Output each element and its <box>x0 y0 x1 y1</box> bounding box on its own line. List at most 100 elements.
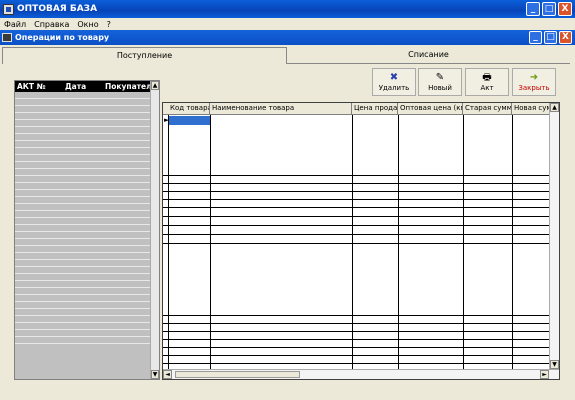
grid-row-line <box>163 339 549 340</box>
child-close-button[interactable]: X <box>559 31 572 44</box>
app-icon <box>3 3 14 15</box>
grid-row-line <box>163 183 549 184</box>
column-header-new-sum[interactable]: Новая сумм <box>512 103 550 115</box>
tab-receipt[interactable]: Поступление <box>2 47 287 64</box>
child-maximize-button[interactable]: □ <box>544 31 557 44</box>
grid-row-line <box>163 347 549 348</box>
goods-scroll-right-arrow[interactable]: ► <box>540 370 549 379</box>
child-window-title: Операции по товару <box>15 33 110 42</box>
goods-grid-vscrollbar[interactable]: ▲ ▼ <box>549 103 559 369</box>
new-button-label: Новый <box>428 84 452 92</box>
app-title: ОПТОВАЯ БАЗА <box>17 4 98 14</box>
selected-cell[interactable] <box>169 116 210 125</box>
child-window-icon <box>2 33 12 42</box>
acts-grid-empty-row <box>15 302 152 309</box>
menu-item-help[interactable]: Справка <box>30 20 73 29</box>
child-minimize-button[interactable]: _ <box>529 31 542 44</box>
delete-icon: ✖ <box>389 72 399 83</box>
grid-row-line <box>163 175 549 176</box>
grid-row-line <box>163 234 549 235</box>
acts-grid-empty-row <box>15 253 152 260</box>
acts-grid-empty-row <box>15 148 152 155</box>
goods-grid[interactable]: Код товара Наименование товара Цена прод… <box>162 102 560 380</box>
acts-grid-empty-row <box>15 92 152 99</box>
acts-grid-empty-row <box>15 197 152 204</box>
column-header-act-number[interactable]: АКТ № <box>15 82 63 91</box>
acts-grid-empty-row <box>15 127 152 134</box>
act-print-button[interactable]: 🖶 Акт <box>465 68 509 96</box>
grid-row-line <box>163 191 549 192</box>
menu-bar: Файл Справка Окно ? <box>0 18 575 30</box>
close-button[interactable]: X <box>558 2 572 16</box>
goods-hscroll-thumb[interactable] <box>175 371 300 378</box>
grid-row-line <box>163 243 549 244</box>
acts-grid-empty-row <box>15 225 152 232</box>
acts-grid-empty-row <box>15 309 152 316</box>
column-header-sale-price[interactable]: Цена продаж <box>352 103 398 115</box>
acts-grid-empty-row <box>15 120 152 127</box>
acts-grid-empty-row <box>15 176 152 183</box>
grid-row-line <box>163 355 549 356</box>
acts-grid-empty-row <box>15 267 152 274</box>
goods-scroll-left-arrow[interactable]: ◄ <box>163 370 172 379</box>
menu-item-window[interactable]: Окно <box>73 20 102 29</box>
scroll-up-arrow[interactable]: ▲ <box>151 81 159 90</box>
acts-grid-empty-row <box>15 155 152 162</box>
door-exit-icon: ➜ <box>529 72 539 83</box>
acts-grid-empty-row <box>15 99 152 106</box>
acts-grid-empty-row <box>15 274 152 281</box>
acts-grid-empty-row <box>15 141 152 148</box>
goods-grid-header: Код товара Наименование товара Цена прод… <box>163 103 559 115</box>
column-header-product-code[interactable]: Код товара <box>168 103 210 115</box>
maximize-button[interactable]: □ <box>542 2 556 16</box>
printer-icon: 🖶 <box>482 72 492 83</box>
goods-grid-hscrollbar[interactable]: ◄ ► <box>163 369 559 379</box>
scroll-down-arrow[interactable]: ▼ <box>151 370 159 379</box>
column-header-date[interactable]: Дата <box>63 82 103 91</box>
goods-scroll-up-arrow[interactable]: ▲ <box>550 103 559 112</box>
acts-grid-empty-row <box>15 162 152 169</box>
column-header-buyer[interactable]: Покупатель <box>103 82 153 91</box>
delete-button-label: Удалить <box>378 84 410 92</box>
grid-row-line <box>163 216 549 217</box>
tab-strip: Поступление Списание <box>2 47 570 64</box>
grid-row-line <box>163 315 549 316</box>
acts-grid-scrollbar[interactable]: ▲ ▼ <box>150 81 159 379</box>
acts-grid[interactable]: АКТ № Дата Покупатель ▲ ▼ <box>14 80 160 380</box>
column-header-old-sum[interactable]: Старая сумма <box>463 103 512 115</box>
minimize-button[interactable]: _ <box>526 2 540 16</box>
grid-row-line <box>163 323 549 324</box>
menu-item-file[interactable]: Файл <box>0 20 30 29</box>
acts-grid-empty-row <box>15 134 152 141</box>
column-header-wholesale-price[interactable]: Оптовая цена (кг. <box>398 103 463 115</box>
column-header-product-name[interactable]: Наименование товара <box>210 103 352 115</box>
acts-grid-empty-row <box>15 190 152 197</box>
grid-row-line <box>163 199 549 200</box>
grid-row-line <box>163 225 549 226</box>
new-icon: ✎ <box>435 72 445 83</box>
act-print-button-label: Акт <box>480 84 494 92</box>
acts-grid-empty-row <box>15 295 152 302</box>
delete-button[interactable]: ✖ Удалить <box>372 68 416 96</box>
acts-grid-empty-row <box>15 281 152 288</box>
acts-grid-empty-row <box>15 106 152 113</box>
new-button[interactable]: ✎ Новый <box>418 68 462 96</box>
child-window-titlebar: Операции по товару _ □ X <box>0 30 575 45</box>
acts-grid-empty-row <box>15 232 152 239</box>
grid-row-line <box>163 363 549 364</box>
acts-grid-empty-row <box>15 211 152 218</box>
acts-grid-empty-row <box>15 323 152 330</box>
acts-grid-empty-row <box>15 337 152 344</box>
grid-row-line <box>163 207 549 208</box>
close-form-button[interactable]: ➜ Закрыть <box>512 68 556 96</box>
acts-grid-empty-row <box>15 260 152 267</box>
acts-grid-empty-row <box>15 239 152 246</box>
goods-scroll-down-arrow[interactable]: ▼ <box>550 360 559 369</box>
grid-row-line <box>163 331 549 332</box>
acts-grid-rows <box>15 92 152 379</box>
close-form-button-label: Закрыть <box>518 84 550 92</box>
acts-grid-empty-row <box>15 183 152 190</box>
tab-writeoff[interactable]: Списание <box>287 47 570 64</box>
app-titlebar: ОПТОВАЯ БАЗА _ □ X <box>0 0 575 18</box>
menu-item-about[interactable]: ? <box>103 20 115 29</box>
